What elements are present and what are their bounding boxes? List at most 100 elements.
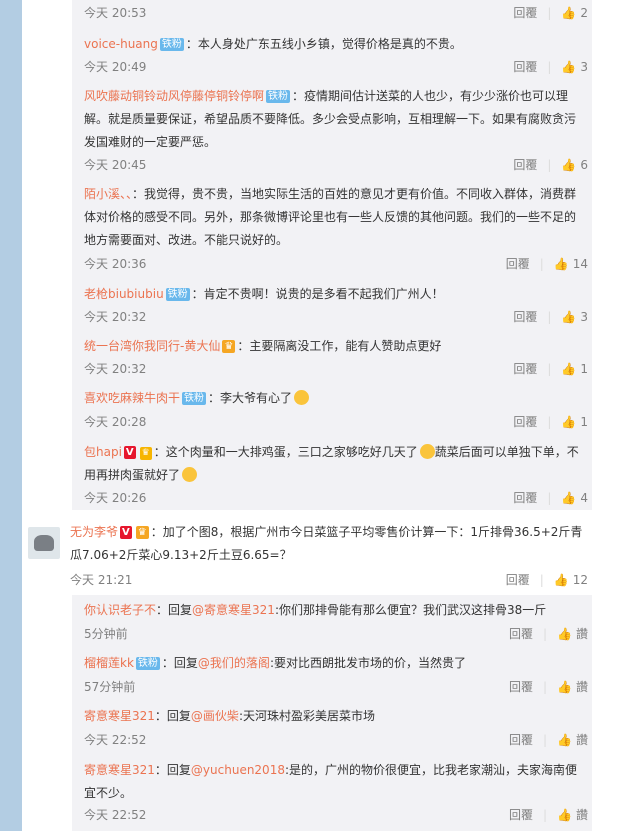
like-count: 1 — [580, 415, 588, 429]
mention-link[interactable]: @我们的落阁 — [198, 656, 270, 670]
mention-link[interactable]: @寄意寒星321 — [192, 603, 275, 617]
comment-text: ：李大爷有心了 — [208, 391, 293, 405]
comment-time: 今天 20:49 — [84, 60, 147, 74]
comment-time: 今天 21:21 — [70, 573, 133, 587]
subcomment: 陌小溪、、：我觉得，贵不贵，当地实际生活的百姓的意见才更有价值。不同收入群体，消… — [84, 183, 584, 252]
comment-text: ：肯定不贵啊！说贵的是多看不起我们广州人！ — [191, 287, 444, 301]
like-icon[interactable]: 👍 — [561, 310, 576, 324]
reply-button[interactable]: 回覆 — [513, 158, 537, 172]
verified-v-icon: V — [120, 526, 132, 539]
like-icon[interactable]: 👍 — [561, 6, 576, 20]
reply-button[interactable]: 回覆 — [509, 627, 533, 641]
user-name[interactable]: 统一台湾你我同行-黄大仙 — [84, 339, 220, 353]
subcomment: voice-huang 铁粉 ：本人身处广东五线小乡镇，觉得价格是真的不贵。 — [84, 33, 584, 56]
like-count: 2 — [580, 6, 588, 20]
reply-button[interactable]: 回覆 — [513, 362, 537, 376]
user-name[interactable]: 你认识老子不 — [84, 603, 156, 617]
crown-badge-icon: ♛ — [222, 340, 236, 353]
emoji-icon — [294, 390, 310, 405]
reply-button[interactable]: 回覆 — [506, 573, 530, 587]
like-label: 讚 — [575, 627, 588, 641]
subcomment: 你认识老子不：回复@寄意寒星321:你们那排骨能有那么便宜？我们武汉这排骨38一… — [84, 599, 584, 622]
reply-button[interactable]: 回覆 — [509, 808, 533, 822]
comment-actions: 回覆 | 👍 讚 — [508, 627, 588, 641]
comment-time: 今天 20:53 — [84, 6, 147, 20]
mention-link[interactable]: @画伙柴 — [191, 709, 239, 723]
comment-text: ：我觉得，贵不贵，当地实际生活的百姓的意见才更有价值。不同收入群体，消费群体对价… — [84, 187, 577, 247]
fan-badge: 铁粉 — [135, 657, 160, 670]
reply-prefix: ：回复 — [156, 603, 193, 617]
user-name[interactable]: 风吹藤动铜铃动风停藤停铜铃停啊 — [84, 89, 264, 103]
like-icon[interactable]: 👍 — [557, 680, 572, 694]
user-name[interactable]: 榴榴莲kk — [84, 656, 134, 670]
like-icon[interactable]: 👍 — [554, 573, 569, 587]
user-name[interactable]: 寄意寒星321 — [84, 763, 155, 777]
reply-button[interactable]: 回覆 — [506, 257, 530, 271]
like-label: 讚 — [575, 808, 588, 822]
comment-actions: 回覆 | 👍 1 — [513, 415, 588, 429]
comment-time: 5分钟前 — [84, 627, 128, 641]
like-icon[interactable]: 👍 — [557, 733, 572, 747]
like-count: 3 — [580, 60, 588, 74]
like-label: 讚 — [575, 733, 588, 747]
comment-actions: 回覆 | 👍 1 — [513, 362, 588, 376]
comment-text: ：本人身处广东五线小乡镇，觉得价格是真的不贵。 — [185, 37, 462, 51]
avatar[interactable] — [28, 527, 60, 559]
subcomment: 风吹藤动铜铃动风停藤停铜铃停啊 铁粉 ：疫情期间估计送菜的人也少，有少少涨价也可以理… — [84, 85, 584, 154]
comment-actions: 回覆 | 👍 14 — [505, 257, 588, 271]
subcomment: 寄意寒星321：回复@画伙柴:天河珠村盈彩美居菜市场 — [84, 705, 584, 728]
comment-actions: 回覆 | 👍 4 — [513, 491, 588, 505]
like-count: 4 — [580, 491, 588, 505]
reply-prefix: ：回复 — [161, 656, 198, 670]
user-name[interactable]: voice-huang — [84, 37, 158, 51]
comment-time: 今天 22:52 — [84, 733, 147, 747]
reply-button[interactable]: 回覆 — [513, 60, 537, 74]
reply-button[interactable]: 回覆 — [513, 310, 537, 324]
mention-link[interactable]: @yuchuen2018 — [191, 763, 285, 777]
reply-button[interactable]: 回覆 — [513, 415, 537, 429]
crown-badge-icon: ♛ — [135, 526, 149, 539]
comment-actions: 回覆 | 👍 12 — [505, 573, 588, 587]
comment-text: ：主要隔离没工作，能有人赞助点更好 — [237, 339, 442, 353]
member-badge-icon: ♛ — [139, 447, 152, 460]
comment-actions: 回覆 | 👍 2 — [513, 6, 588, 20]
comment-time: 今天 22:52 — [84, 808, 147, 822]
comment-time: 57分钟前 — [84, 680, 136, 694]
user-name[interactable]: 喜欢吃麻辣牛肉干 — [84, 391, 180, 405]
like-icon[interactable]: 👍 — [561, 491, 576, 505]
comment-time: 今天 20:32 — [84, 362, 147, 376]
like-icon[interactable]: 👍 — [561, 362, 576, 376]
user-name[interactable]: 包hapi — [84, 445, 122, 459]
like-icon[interactable]: 👍 — [561, 60, 576, 74]
reply-button[interactable]: 回覆 — [509, 733, 533, 747]
like-count: 14 — [572, 257, 588, 271]
reply-button[interactable]: 回覆 — [513, 491, 537, 505]
comment-actions: 回覆 | 👍 6 — [513, 158, 588, 172]
user-name[interactable]: 老枪biubiubiu — [84, 287, 164, 301]
emoji-icon — [419, 444, 435, 459]
like-count: 6 — [580, 158, 588, 172]
verified-v-icon: V — [123, 446, 136, 459]
user-name[interactable]: 寄意寒星321 — [84, 709, 155, 723]
comment-text: :你们那排骨能有那么便宜？我们武汉这排骨38一斤 — [274, 603, 547, 617]
comment-actions: 回覆 | 👍 3 — [513, 310, 588, 324]
reply-button[interactable]: 回覆 — [513, 6, 537, 20]
reply-button[interactable]: 回覆 — [509, 680, 533, 694]
user-name[interactable]: 无为李爷 — [70, 525, 118, 539]
fan-badge: 铁粉 — [165, 288, 190, 301]
comment-text: :天河珠村盈彩美居菜市场 — [238, 709, 375, 723]
user-name[interactable]: 陌小溪、、 — [84, 187, 132, 201]
subcomment: 包hapi V ♛ ：这个肉量和一大排鸡蛋，三口之家够吃好几天了 蔬菜后面可以单独下单，… — [84, 441, 584, 487]
main-comment: 无为李爷 V ♛ ：加了个图8，根据广州市今日菜篮子平均零售价计算一下：1斤排骨36.… — [70, 521, 590, 567]
like-icon[interactable]: 👍 — [561, 415, 576, 429]
fan-badge: 铁粉 — [159, 38, 184, 51]
emoji-icon — [182, 467, 198, 482]
comment-text: :要对比西朗批发市场的价，当然贵了 — [269, 656, 466, 670]
like-icon[interactable]: 👍 — [557, 808, 572, 822]
reply-prefix: ：回复 — [154, 709, 191, 723]
like-icon[interactable]: 👍 — [557, 627, 572, 641]
like-count: 12 — [572, 573, 588, 587]
comment-time: 今天 20:36 — [84, 257, 147, 271]
like-icon[interactable]: 👍 — [554, 257, 569, 271]
like-icon[interactable]: 👍 — [561, 158, 576, 172]
